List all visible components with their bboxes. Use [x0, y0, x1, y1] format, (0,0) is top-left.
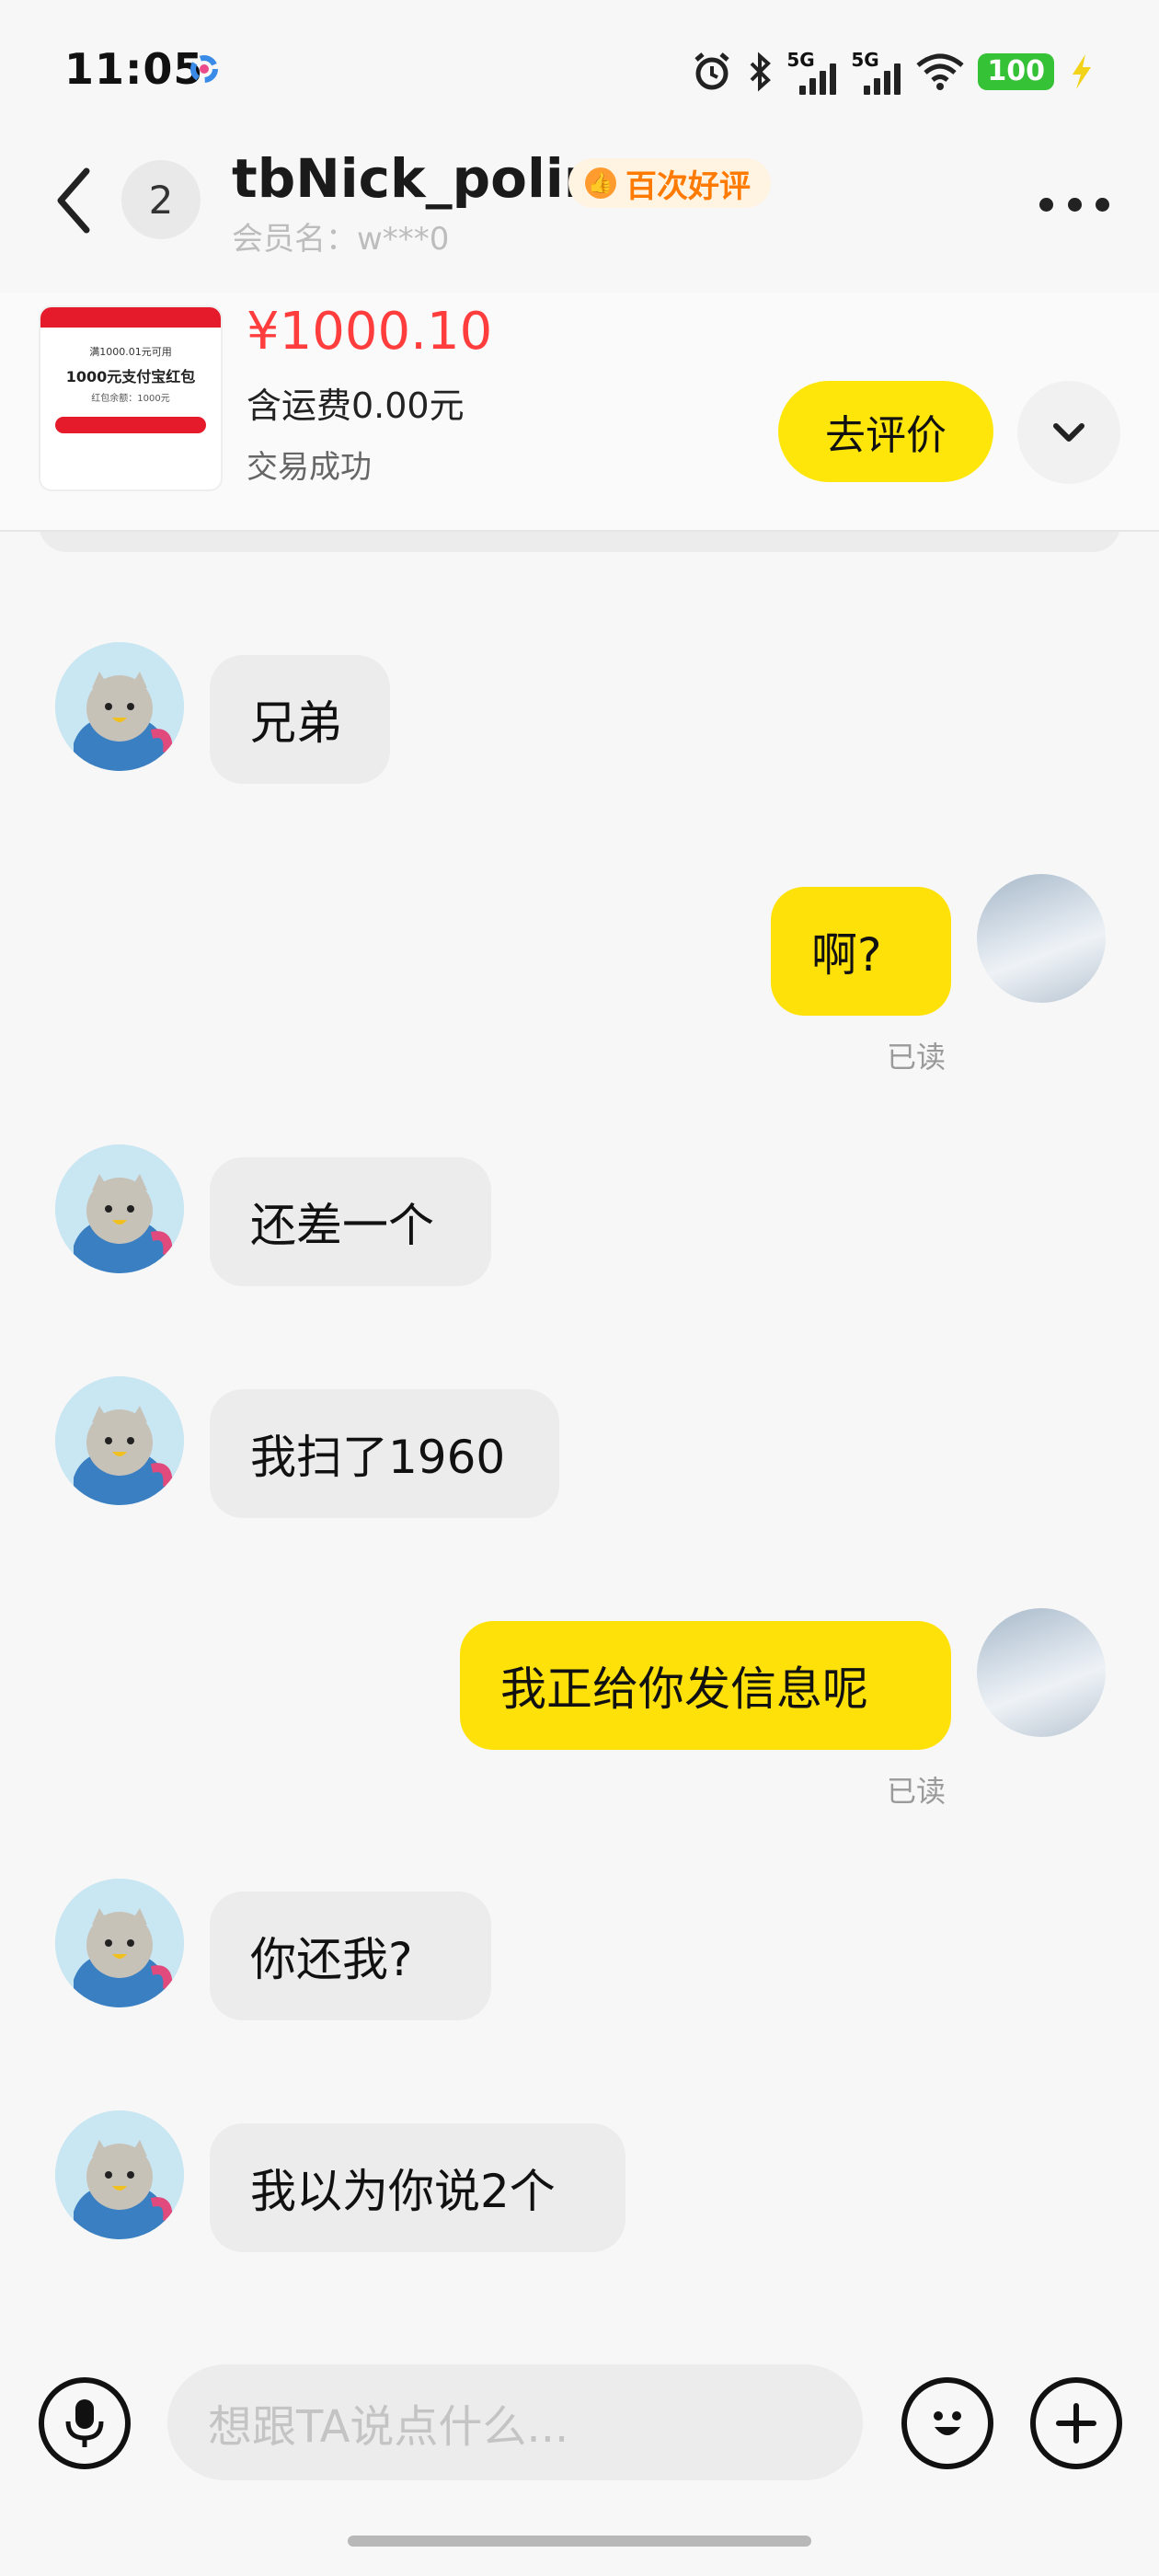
message-bubble-in[interactable]: 我以为你说2个 [210, 2123, 625, 2252]
my-avatar[interactable] [977, 874, 1106, 1003]
signal-5g-1-icon: 5G [786, 49, 838, 95]
order-status: 交易成功 [247, 449, 372, 486]
review-button[interactable]: 去评价 [778, 381, 993, 482]
message-bubble-in[interactable]: 你还我? [210, 1892, 491, 2020]
alarm-icon [694, 52, 730, 90]
chat-title-nickname: tbNick_polir [232, 147, 591, 210]
message-bubble-in[interactable]: 我扫了1960 [210, 1389, 559, 1518]
unread-count-badge[interactable]: 2 [121, 160, 201, 239]
message-bubble-out[interactable]: 啊? [771, 887, 951, 1016]
home-indicator [348, 2536, 811, 2547]
message-bubble-in[interactable]: 还差一个 [210, 1157, 491, 1286]
charging-icon [1073, 54, 1091, 89]
my-avatar[interactable] [977, 1608, 1106, 1737]
status-time: 11:05 [64, 44, 204, 94]
message-bubble-out[interactable]: 我正给你发信息呢 [460, 1621, 951, 1750]
signal-5g-2-icon: 5G [851, 49, 902, 95]
status-bar: 11:05 5G 5G 100 [0, 0, 1159, 138]
wifi-icon [916, 53, 964, 90]
chevron-down-icon [1053, 423, 1084, 442]
read-receipt: 已读 [887, 1040, 947, 1075]
seller-avatar[interactable] [55, 642, 184, 771]
seller-avatar[interactable] [55, 1376, 184, 1505]
seller-avatar[interactable] [55, 1144, 184, 1273]
more-options-icon[interactable] [1039, 193, 1109, 215]
message-input[interactable]: 想跟TA说点什么... [167, 2364, 863, 2480]
emoji-icon[interactable] [901, 2377, 993, 2469]
order-shipping: 含运费0.00元 [247, 385, 465, 426]
good-review-badge: 👍 百次好评 [568, 158, 771, 208]
status-icons: 5G 5G 100 [691, 44, 1095, 99]
add-more-icon[interactable] [1030, 2377, 1122, 2469]
order-price: ¥1000.10 [247, 302, 493, 362]
expand-order-button[interactable] [1017, 381, 1120, 484]
voice-input-icon[interactable] [39, 2377, 131, 2469]
seller-avatar[interactable] [55, 1879, 184, 2007]
message-bubble-in[interactable]: 兄弟 [210, 655, 390, 784]
back-arrow-icon[interactable] [53, 166, 99, 236]
thumbs-up-icon: 👍 [585, 167, 616, 199]
app-notification-icon [190, 55, 218, 83]
bluetooth-icon [750, 52, 772, 92]
seller-avatar[interactable] [55, 2110, 184, 2239]
battery-indicator: 100 [978, 53, 1054, 90]
member-name: 会员名：w***0 [232, 221, 450, 258]
read-receipt: 已读 [887, 1774, 947, 1809]
product-thumbnail[interactable]: 满1000.01元可用 1000元支付宝红包 红包余额：1000元 [39, 305, 223, 491]
